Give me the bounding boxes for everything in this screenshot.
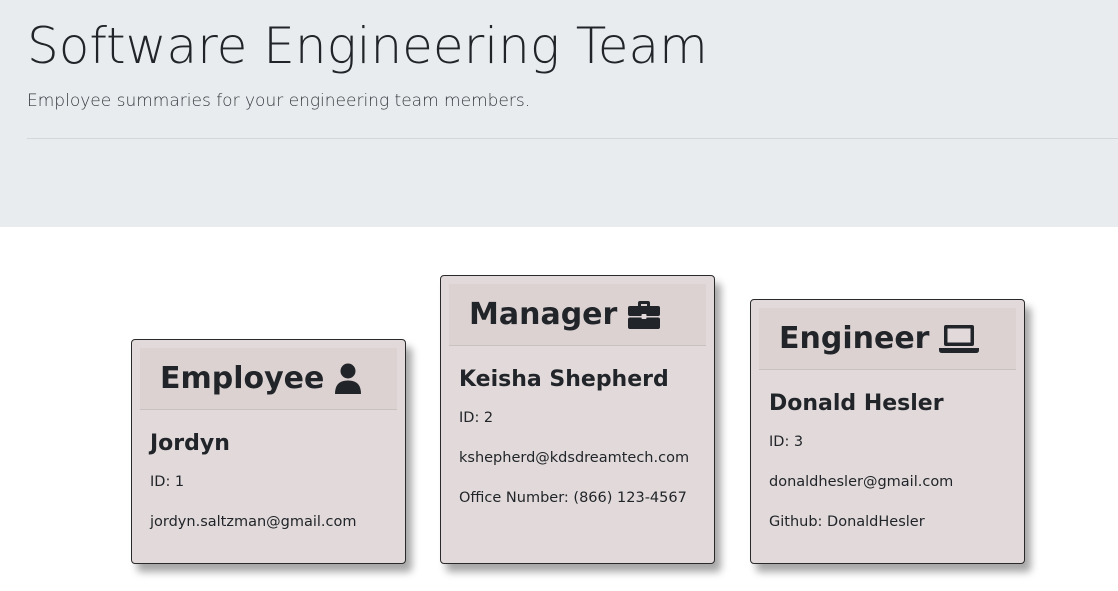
header-divider <box>27 138 1118 139</box>
laptop-icon <box>939 324 980 354</box>
card-body: Jordyn ID: 1 jordyn.saltzman@gmail.com <box>132 410 405 534</box>
card-role-title: Employee <box>160 361 325 396</box>
employee-card: Employee Jordyn ID: 1 jordyn.saltzman@gm… <box>131 339 406 564</box>
github-link[interactable]: Github: DonaldHesler <box>769 510 1006 534</box>
page-title: Software Engineering Team <box>27 17 708 75</box>
card-body: Keisha Shepherd ID: 2 kshepherd@kdsdream… <box>441 346 714 510</box>
employee-email: donaldhesler@gmail.com <box>769 474 954 490</box>
jumbotron-header: Software Engineering Team Employee summa… <box>0 0 1118 227</box>
manager-card: Manager Keisha Shepherd ID: 2 kshepherd@… <box>440 275 715 564</box>
page-subtitle: Employee summaries for your engineering … <box>27 91 531 111</box>
employee-id: ID: 3 <box>769 434 804 450</box>
card-header: Manager <box>449 284 706 346</box>
employee-email: kshepherd@kdsdreamtech.com <box>459 450 690 466</box>
employee-email: jordyn.saltzman@gmail.com <box>150 514 357 530</box>
employee-name: Keisha Shepherd <box>459 367 669 392</box>
card-role-title: Manager <box>469 297 618 332</box>
card-header: Engineer <box>759 308 1016 370</box>
employee-id: ID: 2 <box>459 410 494 426</box>
card-body: Donald Hesler ID: 3 donaldhesler@gmail.c… <box>751 370 1024 534</box>
employee-name: Jordyn <box>150 431 230 456</box>
user-icon <box>334 363 362 395</box>
office-number: Office Number: (866) 123-4567 <box>459 490 687 506</box>
card-header: Employee <box>140 348 397 410</box>
employee-name: Donald Hesler <box>769 391 944 416</box>
briefcase-icon <box>627 300 661 330</box>
engineer-card: Engineer Donald Hesler ID: 3 donaldhesle… <box>750 299 1025 564</box>
card-role-title: Engineer <box>779 321 930 356</box>
employee-id: ID: 1 <box>150 474 185 490</box>
